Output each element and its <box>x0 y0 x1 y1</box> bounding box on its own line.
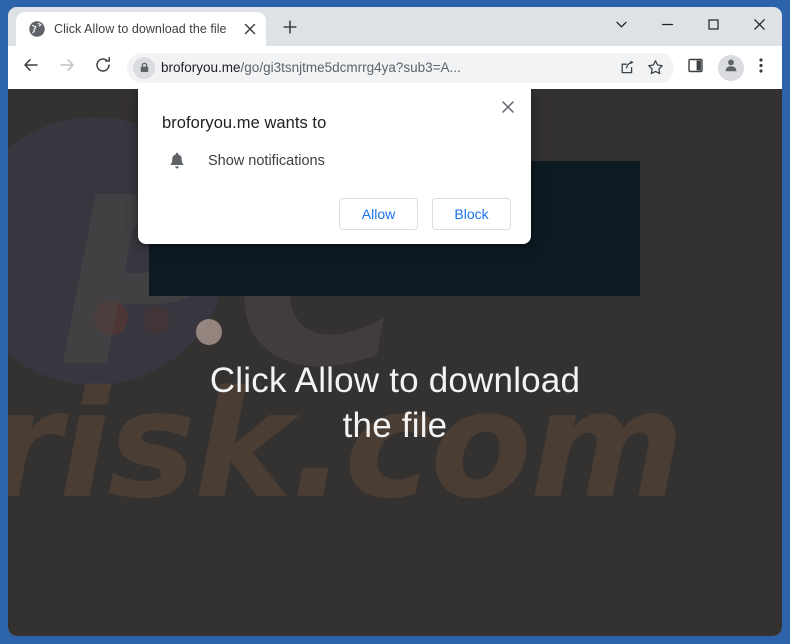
close-window-button[interactable] <box>736 7 782 46</box>
three-dot-menu-icon <box>759 57 763 79</box>
address-bar[interactable]: broforyou.me/go/gi3tsnjtme5dcmrrg4ya?sub… <box>127 52 674 83</box>
tab-strip: Click Allow to download the file <box>8 7 782 46</box>
browser-menu-button[interactable] <box>748 53 774 83</box>
url-host: broforyou.me <box>161 60 241 75</box>
background-dot-decoration <box>94 301 128 335</box>
browser-tab-active[interactable]: Click Allow to download the file <box>16 12 266 46</box>
arrow-right-icon <box>58 56 76 79</box>
side-panel-button[interactable] <box>680 53 710 83</box>
reload-button[interactable] <box>88 53 118 83</box>
bell-icon <box>166 150 188 172</box>
browser-window-inner: Click Allow to download the file brofory… <box>8 7 782 636</box>
notification-permission-dialog: broforyou.me wants to Show notifications… <box>138 89 531 244</box>
allow-button[interactable]: Allow <box>339 198 418 230</box>
page-headline: Click Allow to download the file <box>209 361 581 445</box>
dialog-title: broforyou.me wants to <box>162 114 327 132</box>
chevron-down-icon <box>615 18 628 36</box>
maximize-icon <box>707 18 720 36</box>
permission-request-row: Show notifications <box>162 150 513 172</box>
browser-window: Click Allow to download the file brofory… <box>0 0 790 644</box>
close-icon <box>753 18 766 36</box>
minimize-icon <box>661 18 674 36</box>
share-icon[interactable] <box>614 55 640 81</box>
close-icon <box>501 100 515 119</box>
globe-icon <box>28 21 45 38</box>
reload-icon <box>94 56 112 79</box>
back-button[interactable] <box>16 53 46 83</box>
profile-button[interactable] <box>718 54 744 81</box>
plus-icon <box>283 19 297 39</box>
block-button[interactable]: Block <box>432 198 511 230</box>
minimize-button[interactable] <box>644 7 690 46</box>
window-controls <box>598 7 782 46</box>
forward-button <box>52 53 82 83</box>
star-icon[interactable] <box>642 55 668 81</box>
person-avatar-icon <box>723 57 739 78</box>
lock-icon[interactable] <box>133 56 155 79</box>
url-path: /go/gi3tsnjtme5dcmrrg4ya?sub3=A... <box>240 60 461 75</box>
tab-search-button[interactable] <box>598 7 644 46</box>
arrow-left-icon <box>22 56 40 79</box>
browser-toolbar: broforyou.me/go/gi3tsnjtme5dcmrrg4ya?sub… <box>8 46 782 89</box>
page-viewport: PC risk.com Click Allow to download the … <box>8 89 782 636</box>
dialog-close-button[interactable] <box>495 96 521 122</box>
tab-close-icon[interactable] <box>240 19 260 39</box>
dialog-actions: Allow Block <box>162 198 513 230</box>
permission-request-label: Show notifications <box>208 153 325 169</box>
new-tab-button[interactable] <box>276 15 304 43</box>
side-panel-icon <box>687 57 704 79</box>
address-bar-text[interactable]: broforyou.me/go/gi3tsnjtme5dcmrrg4ya?sub… <box>161 60 612 75</box>
tab-title: Click Allow to download the file <box>54 22 227 36</box>
maximize-button[interactable] <box>690 7 736 46</box>
background-highlight-decoration <box>196 319 222 345</box>
background-dot-decoration <box>144 307 170 333</box>
